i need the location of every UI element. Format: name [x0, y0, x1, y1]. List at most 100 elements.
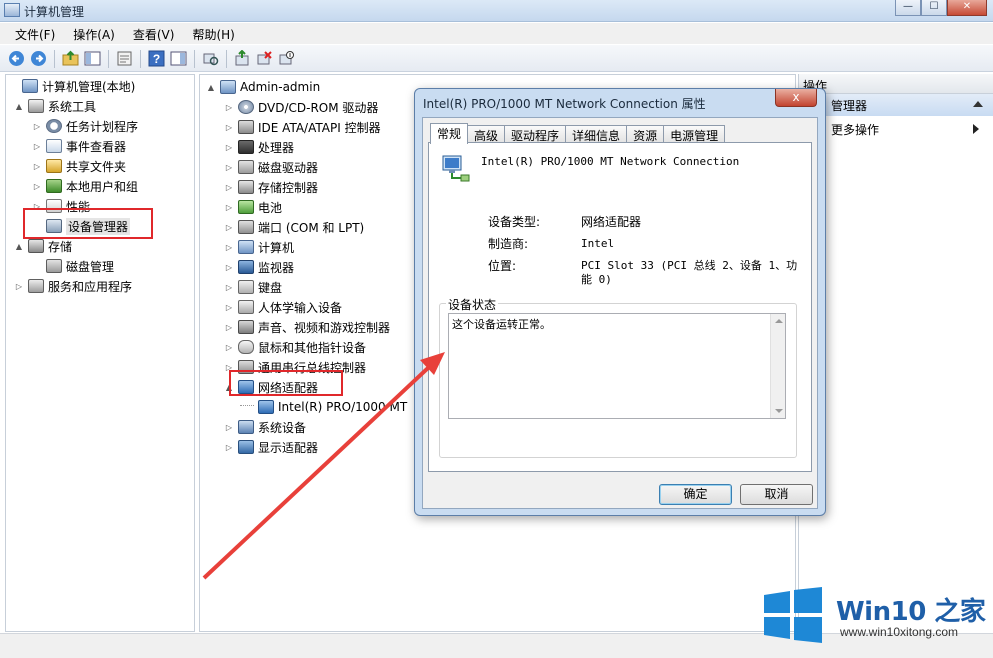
properties-icon[interactable]: [116, 50, 133, 67]
expand-icon[interactable]: ▷: [224, 283, 234, 292]
device-category-item[interactable]: ▷ IDE ATA/ATAPI 控制器: [224, 117, 381, 137]
collapse-icon[interactable]: ▲: [14, 242, 24, 251]
menu-action[interactable]: 操作(A): [66, 23, 122, 44]
tree-item-disk-management[interactable]: 磁盘管理: [32, 256, 114, 276]
computer-icon: [22, 79, 38, 93]
update-driver-icon[interactable]: [234, 50, 251, 67]
expand-icon[interactable]: ▷: [224, 323, 234, 332]
highlight-device-manager: [23, 208, 153, 239]
expand-icon[interactable]: ▷: [32, 142, 42, 151]
uninstall-device-icon[interactable]: [256, 50, 273, 67]
collapse-icon[interactable]: ▲: [14, 102, 24, 111]
collapse-icon[interactable]: ▲: [206, 83, 216, 92]
device-item-label: 声音、视频和游戏控制器: [258, 320, 391, 335]
expand-icon[interactable]: ▷: [224, 263, 234, 272]
expand-icon[interactable]: ▷: [224, 343, 234, 352]
expand-icon[interactable]: ▷: [224, 423, 234, 432]
expand-icon[interactable]: ▷: [224, 163, 234, 172]
device-category-item[interactable]: ▷ 磁盘驱动器: [224, 157, 318, 177]
tree-item-services-applications[interactable]: ▷ 服务和应用程序: [14, 276, 132, 296]
expand-icon[interactable]: ▷: [14, 282, 24, 291]
device-category-item[interactable]: ▷ 声音、视频和游戏控制器: [224, 317, 390, 337]
tree-item-storage[interactable]: ▲ 存储: [14, 236, 72, 256]
device-category-item[interactable]: ▷ 电池: [224, 197, 282, 217]
device-category-item[interactable]: ▷ 端口 (COM 和 LPT): [224, 217, 364, 237]
device-category-item[interactable]: ▷ 计算机: [224, 237, 294, 257]
expand-icon[interactable]: ▷: [224, 223, 234, 232]
tab-details[interactable]: 详细信息: [565, 125, 628, 143]
device-category-item[interactable]: ▷ 系统设备: [224, 417, 306, 437]
help-icon[interactable]: ?: [148, 50, 165, 67]
cancel-button[interactable]: 取消: [740, 484, 813, 505]
device-category-item[interactable]: ▷ 存储控制器: [224, 177, 318, 197]
display-icon: [238, 440, 254, 454]
expand-icon[interactable]: ▷: [224, 303, 234, 312]
watermark-brand: Win10 之家: [836, 597, 986, 627]
show-hide-tree-icon[interactable]: [84, 50, 101, 67]
tab-advanced[interactable]: 高级: [467, 125, 506, 143]
device-status-textbox[interactable]: 这个设备运转正常。: [448, 313, 786, 419]
status-scrollbar[interactable]: [770, 314, 785, 418]
scroll-down-arrow-icon[interactable]: [775, 409, 783, 413]
more-actions-item[interactable]: 更多操作: [799, 116, 993, 138]
device-category-item[interactable]: ▷ 鼠标和其他指针设备: [224, 337, 366, 357]
net-icon: [258, 400, 274, 414]
tree-item-computer-management[interactable]: 计算机管理(本地): [8, 76, 135, 96]
network-adapter-icon: [442, 155, 470, 182]
device-tree-root[interactable]: ▲ Admin-admin: [206, 77, 320, 97]
menu-help[interactable]: 帮助(H): [185, 23, 241, 44]
dialog-close-button[interactable]: x: [775, 89, 817, 107]
device-category-item[interactable]: ▷ 监视器: [224, 257, 294, 277]
disable-device-icon[interactable]: [278, 50, 295, 67]
tab-power-management[interactable]: 电源管理: [663, 125, 726, 143]
tab-driver[interactable]: 驱动程序: [504, 125, 567, 143]
tab-resources[interactable]: 资源: [626, 125, 665, 143]
close-window-button[interactable]: ✕: [947, 0, 987, 16]
forward-arrow-icon[interactable]: [30, 50, 47, 67]
device-category-item[interactable]: ▷ 显示适配器: [224, 437, 318, 457]
menu-file[interactable]: 文件(F): [8, 23, 62, 44]
device-status-group: 设备状态 这个设备运转正常。: [439, 296, 797, 458]
back-arrow-icon[interactable]: [8, 50, 25, 67]
expand-icon[interactable]: ▷: [224, 123, 234, 132]
device-category-item[interactable]: ▷ 键盘: [224, 277, 282, 297]
expand-icon[interactable]: ▷: [32, 162, 42, 171]
tree-item-local-users-groups[interactable]: ▷ 本地用户和组: [32, 176, 138, 196]
up-folder-icon[interactable]: [62, 50, 79, 67]
action-pane-icon[interactable]: [170, 50, 187, 67]
tree-item-task-scheduler[interactable]: ▷ 任务计划程序: [32, 116, 138, 136]
ok-button[interactable]: 确定: [659, 484, 732, 505]
tab-general[interactable]: 常规: [430, 123, 469, 144]
expand-icon[interactable]: ▷: [224, 143, 234, 152]
scan-hardware-icon[interactable]: [202, 50, 219, 67]
event-viewer-icon: [46, 139, 62, 153]
expand-icon[interactable]: ▷: [224, 243, 234, 252]
device-category-item[interactable]: ▷ 处理器: [224, 137, 294, 157]
tree-item-shared-folders[interactable]: ▷ 共享文件夹: [32, 156, 126, 176]
general-tab-panel: Intel(R) PRO/1000 MT Network Connection …: [428, 142, 812, 472]
scroll-up-arrow-icon[interactable]: [775, 319, 783, 323]
device-category-item[interactable]: ▷ 人体学输入设备: [224, 297, 342, 317]
expand-icon[interactable]: ▷: [224, 103, 234, 112]
maximize-button[interactable]: ☐: [921, 0, 947, 16]
actions-section-device-manager[interactable]: 管理器: [799, 94, 993, 116]
svg-text:?: ?: [153, 52, 160, 66]
device-item-label: Intel(R) PRO/1000 MT: [278, 400, 408, 414]
tree-item-event-viewer[interactable]: ▷ 事件查看器: [32, 136, 126, 156]
expand-icon[interactable]: ▷: [224, 183, 234, 192]
menu-view[interactable]: 查看(V): [126, 23, 182, 44]
expand-icon[interactable]: ▷: [224, 203, 234, 212]
expand-icon[interactable]: ▷: [32, 182, 42, 191]
minimize-button[interactable]: —: [895, 0, 921, 16]
device-item-label: 磁盘驱动器: [258, 160, 319, 175]
device-type-value: 网络适配器: [581, 215, 642, 229]
dvd-icon: [238, 100, 254, 114]
device-item-intel-pro-1000[interactable]: Intel(R) PRO/1000 MT: [240, 397, 407, 417]
expand-icon[interactable]: ▷: [224, 443, 234, 452]
expand-icon[interactable]: ▷: [32, 122, 42, 131]
mouse-icon: [238, 340, 254, 354]
tree-item-system-tools[interactable]: ▲ 系统工具: [14, 96, 96, 116]
win10-watermark: Win10 之家 www.win10xitong.com: [758, 585, 988, 645]
device-category-item[interactable]: ▷ DVD/CD-ROM 驱动器: [224, 97, 378, 117]
collapse-triangle-icon[interactable]: [973, 101, 983, 107]
